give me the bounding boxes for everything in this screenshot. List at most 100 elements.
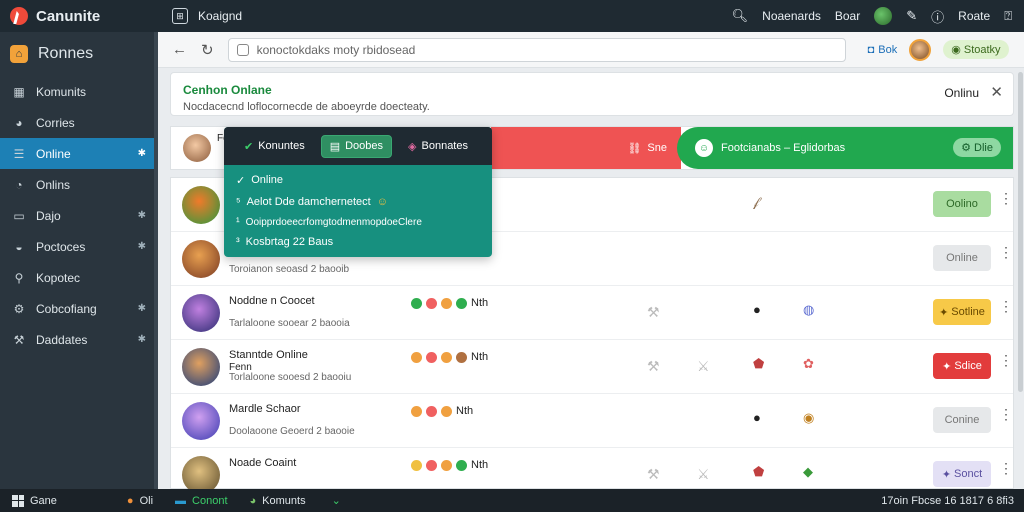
number-icon: ³ [236,236,240,248]
info-icon[interactable]: ⓘ [931,7,944,26]
more-icon[interactable]: ⋮ [999,190,1013,207]
tool-icon[interactable]: ⚔ [697,358,710,375]
leaf-icon[interactable]: ✿ [803,356,814,372]
popup-option[interactable]: ³ Kosbrtag 22 Baus [224,231,492,253]
shield-icon[interactable]: ⬟ [753,464,764,480]
sidebar-item-komunits[interactable]: ▦ Komunits [0,76,158,107]
profile-avatar[interactable] [909,38,932,61]
status-text: Nth [456,405,474,417]
menu-label[interactable]: Boar [835,9,860,23]
search-icon[interactable]: 🔍︎ [732,8,749,24]
user-avatar[interactable] [874,7,893,25]
pin-icon[interactable]: ✱ [138,241,146,252]
status-button[interactable]: Conine [933,407,991,433]
system-tray[interactable]: 17oin Fbcse 16 1817 6 8fi3 [881,495,1024,507]
popup-option[interactable]: ⁵ Aelot Dde damchernetect ☺ [224,191,492,213]
bomb-icon[interactable]: ● [753,302,761,317]
more-icon[interactable]: ⋮ [999,460,1013,477]
popup-option-online[interactable]: ✓ Online [224,169,492,191]
sidebar-item-poctoces[interactable]: ◒ Poctoces ✱ [0,231,158,262]
tool-icon[interactable]: ⚔ [697,466,710,483]
main-scrollbar[interactable] [1018,72,1023,392]
badge-icon[interactable]: ◉ [803,410,814,426]
status-button[interactable]: Oolino [933,191,991,217]
status-button-label: Oolino [946,198,978,210]
brand[interactable]: Canunite [0,0,158,32]
window-icon[interactable]: ⊞ [172,8,188,24]
globe-icon[interactable]: ◍ [803,302,814,318]
popup-option[interactable]: ¹ OoipprdoeecrfomgtodmenmopdoeClere [224,213,492,231]
popup-tab-konuntes[interactable]: ✔ Konuntes [236,136,313,157]
pin-icon[interactable]: ✱ [138,148,146,159]
sidebar-item-online[interactable]: ☰ Online ✱ [0,138,158,169]
search-label[interactable]: Noaenards [762,9,821,23]
sidebar-item-label: Online [36,146,71,161]
list-item-sub: Torlaloone sooesd 2 baooiu [229,372,352,383]
status-chip[interactable]: ◉ Stoatky [943,40,1009,59]
popup-tab-doobes[interactable]: ▤ Doobes [320,134,393,158]
banner-avatar [183,134,211,162]
sidebar-item-cobcofiang[interactable]: ⚙ Cobcofiang ✱ [0,293,158,324]
red-dot-icon [426,351,437,363]
popup-tabs: ✔ Konuntes ▤ Doobes ◈ Bonnates [224,127,492,165]
pen-icon[interactable]: 𝒻 [753,194,759,210]
status-button[interactable]: Online [933,245,991,271]
sidebar-item-daddates[interactable]: ⚒ Daddates ✱ [0,324,158,355]
user-label[interactable]: Roate [958,9,990,23]
more-icon[interactable]: ⋮ [999,352,1013,369]
banner-green-segment[interactable]: ☺ Footcianabs – Eglidorbas ⚙ Dlie [677,127,1013,169]
banner-red-segment[interactable]: ⛓ Sne [491,127,681,169]
taskbar-item-komunts[interactable]: ◕ Komunts ⌄ [250,494,341,508]
sidebar-item-kopotec[interactable]: ⚲ Kopotec [0,262,158,293]
reaction-icons: Nth [411,459,488,471]
url-bar[interactable]: konoctokdaks moty rbidosead [227,37,846,62]
sidebar-item-onlins[interactable]: ◔ Onlins [0,169,158,200]
sidebar-header[interactable]: ⌂ Ronnes [0,32,158,76]
orange-dot-icon [411,351,422,363]
folder-icon: ▬ [175,494,187,507]
pin-icon[interactable]: ✱ [138,210,146,221]
sidebar-scrollbar[interactable] [154,32,158,489]
wrench-icon[interactable]: ⚒ [647,358,660,375]
status-button[interactable]: ✦ Sotline [933,299,991,325]
list-item[interactable]: Mardle Schaor Doolaoone Geoerd 2 baooie … [171,394,1013,448]
taskbar-item-conont[interactable]: ▬ Conont [175,495,227,507]
refresh-icon[interactable]: ↻ [201,41,214,59]
list-item[interactable]: Stanntde Online Fenn Torlaloone sooesd 2… [171,340,1013,394]
back-icon[interactable]: ← [172,41,187,58]
avatar [182,402,220,440]
chat-icon: ◕ [15,115,23,130]
shield-icon[interactable]: ⬟ [753,356,764,372]
online-dot-icon [456,459,467,471]
list-icon: ▤ [329,140,341,153]
more-icon[interactable]: ⋮ [999,298,1013,315]
sidebar-item-corries[interactable]: ◕ Corries [0,107,158,138]
bomb-icon[interactable]: ● [753,410,761,425]
taskbar-item-oli[interactable]: ● Oli [127,495,153,507]
start-button[interactable]: Gane [12,494,57,507]
gem-icon[interactable]: ◆ [803,464,813,480]
status-button[interactable]: ✦ Sdice [933,353,991,379]
wrench-icon[interactable]: ⚒ [647,466,660,483]
bookmark-chip[interactable]: ◘ Bok [868,44,898,56]
list-icon: ☰ [13,146,25,161]
top-app-bar: Canunite ⊞ Koaignd 🔍︎ Noaenards Boar ✎ ⓘ… [0,0,1024,32]
banner-pill-button[interactable]: ⚙ Dlie [953,138,1001,157]
more-icon[interactable]: ⋮ [999,406,1013,423]
close-icon[interactable]: ✕ [990,83,1003,101]
sidebar-item-label: Onlins [36,177,71,192]
popup-tab-bonnates[interactable]: ◈ Bonnates [400,136,476,157]
orange-dot-icon [411,405,422,417]
tools-icon[interactable]: ✎ [906,8,917,24]
list-item[interactable]: Noddne n Coocet Tarlaloone sooear 2 baoo… [171,286,1013,340]
more-icon[interactable]: ⋮ [999,244,1013,261]
url-text: konoctokdaks moty rbidosead [256,42,416,57]
list-item-name: Stanntde Online [229,349,308,361]
wrench-icon[interactable]: ⚒ [647,304,660,321]
pin-icon[interactable]: ✱ [138,334,146,345]
status-button[interactable]: ✦ Sonct [933,461,991,487]
red-dot-icon [426,297,437,309]
sidebar-item-dajo[interactable]: ▭ Dajo ✱ [0,200,158,231]
help-icon[interactable]: ⍰ [1004,8,1012,24]
pin-icon[interactable]: ✱ [138,303,146,314]
